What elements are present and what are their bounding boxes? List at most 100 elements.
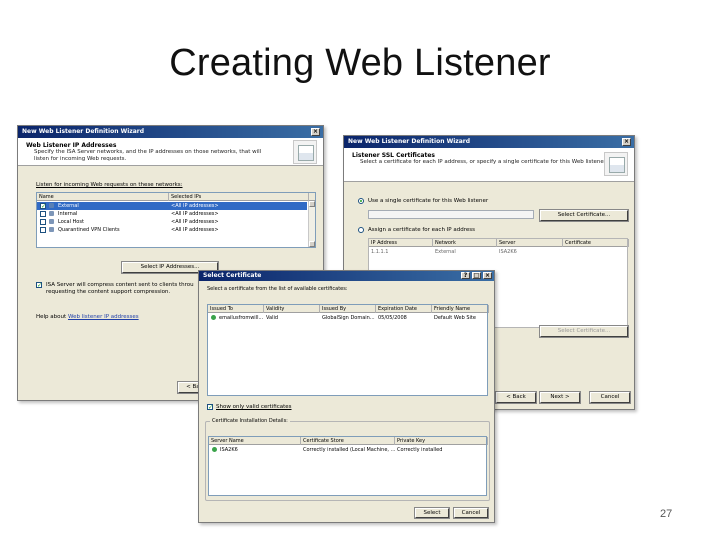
wizard-ip-header: Web Listener IP Addresses Specify the IS… [18, 138, 323, 166]
network-cell: External [435, 249, 456, 255]
select-certificate-cancel-button[interactable]: Cancel [453, 507, 489, 519]
assign-per-ip-radio[interactable] [358, 227, 364, 233]
wizard-header-icon [293, 140, 317, 164]
column-header-friendly-name[interactable]: Friendly Name [432, 305, 489, 313]
issued-by-cell: GlobalSign Domain... [322, 315, 375, 321]
installation-detail-row[interactable]: ISA2K6 Correctly installed (Local Machin… [209, 446, 486, 454]
wizard-ssl-description: Select a certificate for each IP address… [360, 159, 608, 165]
compress-text-line-1: ISA Server will compress content sent to… [46, 282, 194, 288]
ip-certificate-list-header: IP Address Network Server Certificate [369, 239, 629, 247]
wizard-ip-description: Specify the ISA Server networks, and the… [34, 149, 262, 162]
column-header-certificate[interactable]: Certificate [563, 239, 629, 247]
column-header-selected-ips[interactable]: Selected IPs [169, 193, 309, 201]
network-row-external[interactable]: ✓ External <All IP addresses> [37, 202, 307, 210]
networks-list-header: Name Selected IPs [37, 193, 315, 201]
slide-title: Creating Web Listener [169, 42, 551, 84]
installation-details-group: Certificate Installation Details: Server… [205, 418, 490, 501]
network-name: Local Host [58, 219, 84, 225]
network-ips: <All IP addresses> [171, 227, 219, 233]
help-web-listener-ip-link[interactable]: Web listener IP addresses [68, 314, 139, 320]
certificate-store-cell: Correctly installed (Local Machine, ... [303, 447, 395, 453]
column-header-name[interactable]: Name [37, 193, 169, 201]
scroll-down-icon[interactable] [309, 241, 315, 247]
column-header-server-name[interactable]: Server Name [209, 437, 301, 445]
close-icon[interactable]: × [483, 272, 492, 279]
network-row-quarantined[interactable]: Quarantined VPN Clients <All IP addresse… [37, 226, 307, 234]
wizard-ssl-header: Listener SSL Certificates Select a certi… [344, 148, 634, 182]
compress-checkbox[interactable]: ✓ [36, 282, 42, 289]
help-icon[interactable]: ? [461, 272, 470, 279]
server-cell: ISA2K6 [499, 249, 517, 255]
server-ok-icon [212, 447, 217, 452]
select-certificate-button[interactable]: Select Certificate... [539, 209, 629, 222]
network-icon [49, 219, 54, 224]
select-certificate-description: Select a certificate from the list of av… [207, 286, 348, 292]
wizard-ssl-next-button[interactable]: Next > [539, 391, 581, 404]
select-certificate-dialog: Select Certificate ? □ × Select a certif… [198, 270, 495, 523]
wizard-ssl-cancel-button[interactable]: Cancel [589, 391, 631, 404]
network-icon [49, 203, 54, 208]
network-ips: <All IP addresses> [171, 219, 219, 225]
certificates-list-header: Issued To Validity Issued By Expiration … [208, 305, 489, 313]
network-checkbox-local-host[interactable] [40, 219, 46, 225]
maximize-icon[interactable]: □ [472, 272, 481, 279]
column-header-network[interactable]: Network [433, 239, 497, 247]
networks-scrollbar[interactable] [308, 201, 315, 247]
certificates-list[interactable]: Issued To Validity Issued By Expiration … [207, 304, 489, 396]
wizard-ssl-heading: Listener SSL Certificates [352, 152, 435, 159]
network-checkbox-internal[interactable] [40, 211, 46, 217]
close-icon[interactable]: × [311, 128, 320, 136]
installation-details-list[interactable]: Server Name Certificate Store Private Ke… [208, 436, 488, 496]
wizard-ssl-titlebar[interactable]: New Web Listener Definition Wizard [344, 136, 634, 148]
network-name: External [58, 203, 79, 209]
page-number: 27 [660, 508, 673, 520]
wizard-ssl-back-button[interactable]: < Back [495, 391, 537, 404]
network-row-local-host[interactable]: Local Host <All IP addresses> [37, 218, 307, 226]
column-header-validity[interactable]: Validity [264, 305, 320, 313]
select-certificate-button-2[interactable]: Select Certificate... [539, 325, 629, 338]
column-header-expiration-date[interactable]: Expiration Date [376, 305, 432, 313]
assign-per-ip-label: Assign a certificate for each IP address [368, 227, 475, 233]
network-row-internal[interactable]: Internal <All IP addresses> [37, 210, 307, 218]
wizard-header-icon [604, 152, 628, 176]
select-certificate-titlebar[interactable]: Select Certificate [199, 271, 494, 281]
column-header-private-key[interactable]: Private Key [395, 437, 488, 445]
listen-networks-label: Listen for incoming Web requests on thes… [36, 182, 183, 188]
private-key-cell: Correctly installed [397, 447, 443, 453]
show-valid-checkbox[interactable]: ✓ [207, 404, 213, 411]
server-name-cell: ISA2K6 [220, 447, 238, 453]
network-checkbox-quarantined[interactable] [40, 227, 46, 233]
network-checkbox-external[interactable]: ✓ [40, 203, 46, 210]
validity-cell: Valid [266, 315, 279, 321]
expiration-cell: 05/05/2008 [378, 315, 407, 321]
close-icon[interactable]: × [622, 138, 631, 146]
select-button[interactable]: Select [414, 507, 450, 519]
single-certificate-field[interactable] [368, 210, 534, 219]
networks-list[interactable]: Name Selected IPs ✓ External <All IP add… [36, 192, 316, 248]
issued-to-cell: emailusfromwill... [219, 315, 264, 321]
network-ips: <All IP addresses> [171, 211, 219, 217]
use-single-certificate-label: Use a single certificate for this Web li… [368, 198, 489, 204]
column-header-certificate-store[interactable]: Certificate Store [301, 437, 395, 445]
help-prefix: Help about [36, 314, 67, 320]
column-header-issued-to[interactable]: Issued To [208, 305, 264, 313]
column-header-issued-by[interactable]: Issued By [320, 305, 376, 313]
installation-details-label: Certificate Installation Details: [210, 418, 290, 424]
scroll-up-icon[interactable] [309, 201, 315, 207]
use-single-certificate-radio[interactable] [358, 198, 364, 204]
show-valid-label: Show only valid certificates [216, 404, 292, 410]
network-name: Quarantined VPN Clients [58, 227, 120, 233]
certificate-valid-icon [211, 315, 216, 320]
wizard-ip-titlebar[interactable]: New Web Listener Definition Wizard [18, 126, 323, 138]
network-icon [49, 227, 54, 232]
ip-certificate-row[interactable]: 1.1.1.1 External ISA2K6 [369, 248, 627, 256]
column-header-ip-address[interactable]: IP Address [369, 239, 433, 247]
ip-address-cell: 1.1.1.1 [371, 249, 389, 255]
certificate-row[interactable]: emailusfromwill... Valid GlobalSign Doma… [208, 314, 487, 322]
wizard-ip-heading: Web Listener IP Addresses [26, 142, 117, 149]
friendly-name-cell: Default Web Site [434, 315, 476, 321]
column-header-server[interactable]: Server [497, 239, 563, 247]
compress-text-line-2: requesting the content support compressi… [46, 289, 171, 295]
network-name: Internal [58, 211, 78, 217]
network-ips: <All IP addresses> [171, 203, 219, 209]
